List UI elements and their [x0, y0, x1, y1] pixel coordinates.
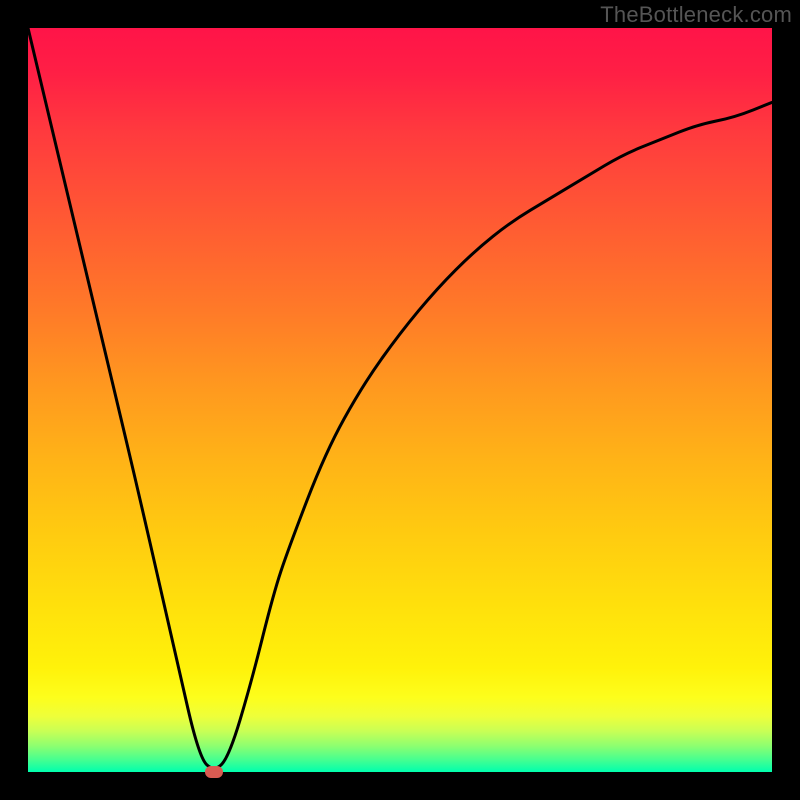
watermark-text: TheBottleneck.com [600, 2, 792, 28]
optimum-marker [205, 766, 223, 778]
plot-area [28, 28, 772, 772]
chart-frame: TheBottleneck.com [0, 0, 800, 800]
bottleneck-curve [28, 28, 772, 768]
curve-svg [28, 28, 772, 772]
